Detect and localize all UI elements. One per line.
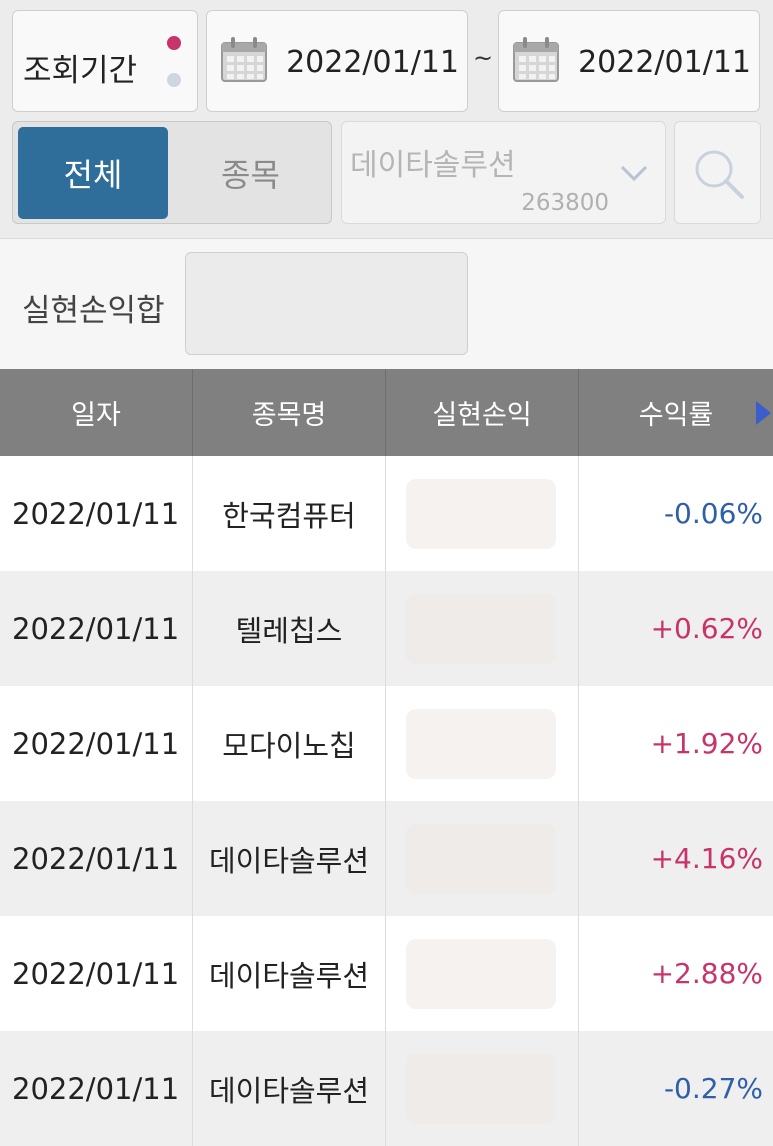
header-return-rate: 수익률 [638, 400, 714, 431]
search-button[interactable] [674, 121, 761, 224]
row-realized-pl [386, 686, 579, 801]
calendar-icon [513, 37, 559, 82]
row-realized-pl [386, 916, 579, 1031]
row-date: 2022/01/11 [0, 916, 193, 1031]
period-indicator-inactive [167, 73, 181, 87]
row-realized-pl [386, 801, 579, 916]
end-date-value: 2022/01/11 [578, 45, 751, 80]
filter-panel: 조회기간 2022/01/11 ~ 2022/01/11 전체 종목 데이타솔루… [0, 0, 773, 238]
row-stock-name: 데이타솔루션 [193, 801, 386, 916]
row-stock-name: 텔레칩스 [193, 571, 386, 686]
row-date: 2022/01/11 [0, 571, 193, 686]
header-date: 일자 [0, 369, 193, 456]
trade-list: 2022/01/11 한국컴퓨터 -0.06% 2022/01/11 텔레칩스 … [0, 456, 773, 1146]
row-realized-pl [386, 1031, 579, 1146]
header-stock-name: 종목명 [193, 369, 386, 456]
table-row[interactable]: 2022/01/11 데이타솔루션 +4.16% [0, 801, 773, 916]
row-return-rate: +0.62% [650, 612, 763, 645]
row-date: 2022/01/11 [0, 1031, 193, 1146]
summary-panel: 실현손익합 [0, 238, 773, 370]
start-date-field[interactable]: 2022/01/11 [206, 10, 468, 112]
period-label: 조회기간 [23, 53, 138, 89]
row-realized-pl [386, 456, 579, 571]
row-return-rate: +1.92% [650, 727, 763, 760]
stock-name: 데이타솔루션 [350, 148, 516, 183]
date-range-separator: ~ [473, 44, 494, 72]
scope-all-button[interactable]: 전체 [18, 127, 168, 219]
end-date-field[interactable]: 2022/01/11 [498, 10, 760, 112]
row-stock-name: 모다이노칩 [193, 686, 386, 801]
row-date: 2022/01/11 [0, 801, 193, 916]
period-selector[interactable]: 조회기간 [12, 10, 198, 112]
row-date: 2022/01/11 [0, 686, 193, 801]
scope-stock-button[interactable]: 종목 [173, 127, 328, 219]
row-stock-name: 한국컴퓨터 [193, 456, 386, 571]
period-indicator-active [167, 36, 181, 50]
row-return-rate: -0.27% [663, 1072, 763, 1105]
row-realized-pl [386, 571, 579, 686]
scope-toggle: 전체 종목 [12, 121, 332, 224]
header-realized-pl: 실현손익 [386, 369, 579, 456]
row-date: 2022/01/11 [0, 456, 193, 571]
stock-select[interactable]: 데이타솔루션 263800 [341, 121, 666, 224]
table-row[interactable]: 2022/01/11 데이타솔루션 -0.27% [0, 1031, 773, 1146]
row-return-rate: +4.16% [650, 842, 763, 875]
table-row[interactable]: 2022/01/11 한국컴퓨터 -0.06% [0, 456, 773, 571]
next-column-icon[interactable] [753, 399, 773, 427]
row-return-rate: +2.88% [650, 957, 763, 990]
calendar-icon [221, 37, 267, 82]
table-row[interactable]: 2022/01/11 데이타솔루션 +2.88% [0, 916, 773, 1031]
table-header: 일자 종목명 실현손익 수익률 [0, 369, 773, 456]
row-stock-name: 데이타솔루션 [193, 1031, 386, 1146]
search-icon [695, 150, 744, 199]
chevron-down-icon [620, 165, 648, 182]
start-date-value: 2022/01/11 [286, 45, 459, 80]
row-return-rate: -0.06% [663, 497, 763, 530]
realized-pl-sum-value [185, 252, 468, 355]
table-row[interactable]: 2022/01/11 텔레칩스 +0.62% [0, 571, 773, 686]
realized-pl-sum-label: 실현손익합 [22, 293, 165, 329]
stock-code: 263800 [521, 190, 609, 216]
row-stock-name: 데이타솔루션 [193, 916, 386, 1031]
table-row[interactable]: 2022/01/11 모다이노칩 +1.92% [0, 686, 773, 801]
